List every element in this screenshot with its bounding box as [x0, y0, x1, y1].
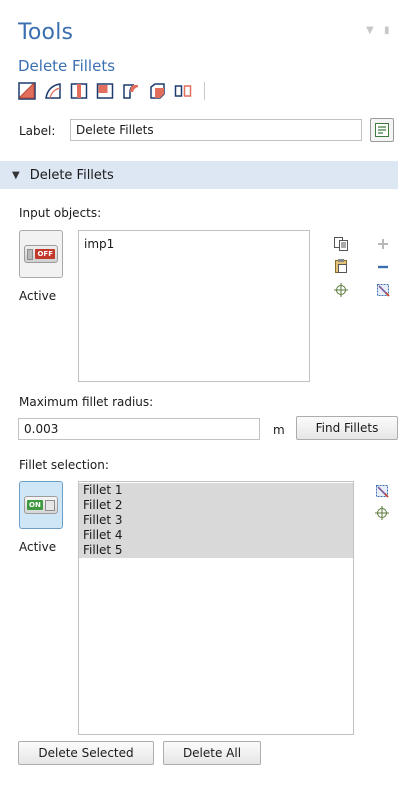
fillet-selection-list[interactable]: Fillet 1 Fillet 2 Fillet 3 Fillet 4 Fill… — [78, 481, 354, 735]
toggle-knob — [44, 499, 55, 511]
clear-selection-icon[interactable] — [374, 483, 390, 499]
max-radius-input[interactable] — [18, 418, 260, 440]
max-radius-unit: m — [273, 423, 285, 437]
list-item[interactable]: Fillet 2 — [79, 498, 353, 513]
find-fillets-button[interactable]: Find Fillets — [296, 416, 398, 440]
delete-face-icon[interactable] — [148, 82, 166, 100]
list-item[interactable]: Fillet 5 — [79, 543, 353, 558]
section-title: Delete Fillets — [29, 167, 114, 183]
toggle-off-text: OFF — [35, 249, 55, 259]
select-edges-icon[interactable] — [70, 82, 88, 100]
panel-title: Tools — [18, 20, 74, 45]
fillet-selection-active-toggle[interactable]: ON — [19, 481, 63, 529]
fillet-icon[interactable] — [122, 82, 140, 100]
delete-all-button[interactable]: Delete All — [163, 741, 261, 765]
copy-selection-icon[interactable] — [333, 236, 349, 252]
label-input[interactable] — [70, 119, 362, 141]
section-header[interactable]: ▼ Delete Fillets — [0, 161, 398, 189]
input-objects-label: Input objects: — [19, 206, 102, 220]
max-radius-label: Maximum fillet radius: — [19, 395, 154, 409]
collapse-caret-icon: ▼ — [12, 169, 20, 181]
selection-toolbar — [18, 80, 205, 102]
toggle-on-text: ON — [27, 500, 43, 510]
edit-label-icon — [375, 123, 389, 137]
clear-selection-icon[interactable] — [375, 282, 391, 298]
list-item[interactable]: Fillet 3 — [79, 513, 353, 528]
remove-icon[interactable] — [375, 259, 391, 275]
split-icon[interactable] — [174, 82, 192, 100]
label-caption: Label: — [19, 124, 56, 138]
select-points-icon[interactable] — [96, 82, 114, 100]
fillet-selection-label: Fillet selection: — [19, 458, 109, 472]
delete-selected-button[interactable]: Delete Selected — [18, 741, 154, 765]
add-icon[interactable] — [375, 236, 391, 252]
edit-label-button[interactable] — [370, 118, 394, 142]
toggle-knob — [27, 248, 34, 260]
pin-icon[interactable]: ▮ — [384, 25, 390, 36]
dropdown-arrow-icon[interactable]: ▼ — [366, 25, 374, 36]
paste-selection-icon[interactable] — [333, 258, 349, 274]
list-item[interactable]: imp1 — [79, 237, 309, 252]
select-faces-icon[interactable] — [44, 82, 62, 100]
input-objects-active-label: Active — [19, 289, 57, 303]
select-objects-icon[interactable] — [18, 82, 36, 100]
zoom-to-selection-icon[interactable] — [333, 282, 349, 298]
input-objects-active-toggle[interactable]: OFF — [19, 230, 63, 278]
input-objects-list[interactable]: imp1 — [78, 230, 310, 382]
zoom-to-selection-icon[interactable] — [374, 505, 390, 521]
fillet-selection-active-label: Active — [19, 540, 57, 554]
list-item[interactable]: Fillet 4 — [79, 528, 353, 543]
panel-subtitle: Delete Fillets — [18, 57, 116, 75]
toolbar-divider — [204, 82, 205, 100]
list-item[interactable]: Fillet 1 — [79, 483, 353, 498]
